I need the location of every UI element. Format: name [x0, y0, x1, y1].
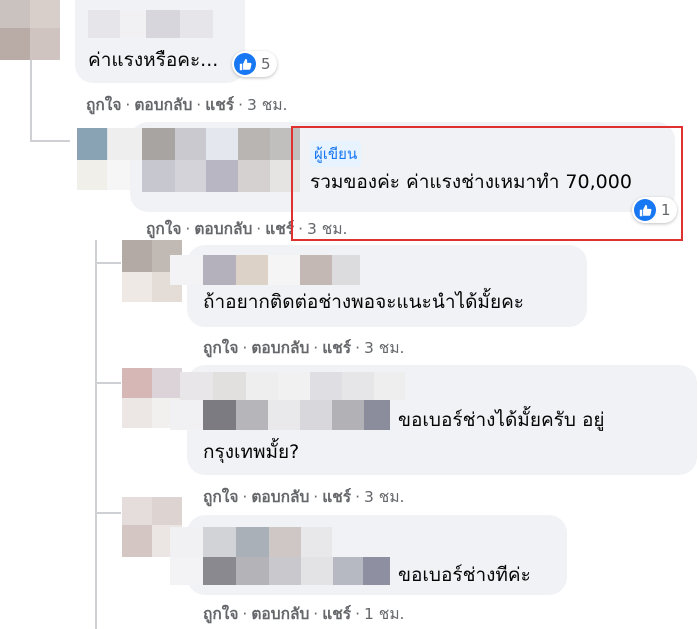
like-count: 5: [261, 55, 271, 73]
comment-actions: ถูกใจ · ตอบกลับ · แชร์ · 1 ชม.: [203, 605, 405, 623]
comment-text: ขอเบอร์ช่างทีค่ะ: [398, 564, 531, 586]
thread-line: [95, 262, 121, 264]
like-link[interactable]: ถูกใจ: [86, 96, 121, 114]
author-name-blurred[interactable]: [170, 527, 390, 585]
thumbs-up-icon: [234, 53, 256, 75]
like-link[interactable]: ถูกใจ: [146, 220, 181, 238]
comment-text: ค่าแรงหรือคะ...: [88, 49, 219, 71]
comment-actions: ถูกใจ · ตอบกลับ · แชร์ · 3 ชม.: [86, 96, 288, 114]
reply-link[interactable]: ตอบกลับ: [134, 96, 192, 114]
timestamp[interactable]: 3 ชม.: [247, 96, 287, 114]
thread-line: [95, 512, 121, 514]
like-link[interactable]: ถูกใจ: [203, 339, 238, 357]
comment-text: ถ้าอยากติดต่อช่างพอจะแนะนำได้มั้ยคะ: [203, 291, 524, 313]
reply-link[interactable]: ตอบกลับ: [251, 605, 309, 623]
timestamp[interactable]: 3 ชม.: [364, 488, 404, 506]
highlight-box: [291, 126, 683, 241]
reply-link[interactable]: ตอบกลับ: [251, 339, 309, 357]
share-link[interactable]: แชร์: [322, 605, 351, 623]
like-link[interactable]: ถูกใจ: [203, 488, 238, 506]
avatar[interactable]: [0, 0, 60, 60]
share-link[interactable]: แชร์: [322, 488, 351, 506]
author-name-blurred[interactable]: [108, 128, 300, 192]
comment-text-line1: ขอเบอร์ช่างได้มั้ยครับ อยู่: [398, 409, 605, 431]
share-link[interactable]: แชร์: [265, 220, 294, 238]
comment-actions: ถูกใจ · ตอบกลับ · แชร์ · 3 ชม.: [203, 339, 405, 357]
thread-line: [95, 382, 121, 384]
thread-line: [30, 140, 70, 142]
author-name-blurred[interactable]: [88, 10, 213, 38]
reply-link[interactable]: ตอบกลับ: [194, 220, 252, 238]
share-link[interactable]: แชร์: [322, 339, 351, 357]
reply-link[interactable]: ตอบกลับ: [251, 488, 309, 506]
timestamp[interactable]: 3 ชม.: [364, 339, 404, 357]
like-link[interactable]: ถูกใจ: [203, 605, 238, 623]
author-name-blurred[interactable]: [170, 255, 360, 285]
thread-line: [30, 60, 32, 140]
timestamp[interactable]: 1 ชม.: [364, 605, 404, 623]
share-link[interactable]: แชร์: [205, 96, 234, 114]
comment-actions: ถูกใจ · ตอบกลับ · แชร์ · 3 ชม.: [203, 488, 405, 506]
thread-line: [95, 240, 97, 629]
author-name-blurred[interactable]: [170, 372, 405, 430]
like-count-badge[interactable]: 5: [232, 51, 277, 77]
comment-text-line2: กรุงเทพมั้ย?: [203, 441, 300, 463]
